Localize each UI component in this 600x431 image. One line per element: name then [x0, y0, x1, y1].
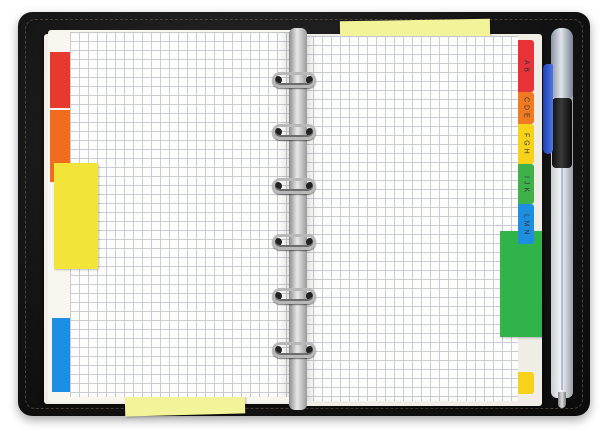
pen-cap: [551, 28, 573, 98]
left-tab-red: [50, 52, 72, 108]
index-tab-label: F G H: [522, 133, 530, 155]
pen-clip: [543, 64, 553, 154]
left-grid-page: [70, 32, 292, 397]
index-tab-label: A B: [522, 59, 530, 73]
index-tab-cde: C D E: [518, 92, 534, 124]
planner-photo: A B C D E F G H I J K L M N: [0, 0, 600, 431]
binder-ring: [272, 286, 316, 306]
index-tab-lmn: L M N: [518, 204, 534, 244]
right-grid-page: [304, 36, 518, 401]
index-tab-ab: A B: [518, 40, 534, 92]
index-tab-label: I J K: [522, 175, 530, 193]
sticky-tab-green: [500, 231, 542, 337]
binder-ring: [272, 340, 316, 360]
binder-ring: [272, 122, 316, 142]
sticky-tab-yellow: [54, 163, 98, 269]
binder-ring: [272, 232, 316, 252]
index-tab-label: C D E: [522, 97, 530, 119]
pen-grip: [552, 98, 572, 168]
index-tab-bottom: [518, 372, 534, 394]
binder-ring: [272, 176, 316, 196]
index-tab-fgh: F G H: [518, 124, 534, 164]
index-tab-ijk: I J K: [518, 164, 534, 204]
pen-tip: [558, 392, 566, 408]
binder-ring: [272, 70, 316, 90]
index-tab-label: L M N: [522, 213, 530, 235]
